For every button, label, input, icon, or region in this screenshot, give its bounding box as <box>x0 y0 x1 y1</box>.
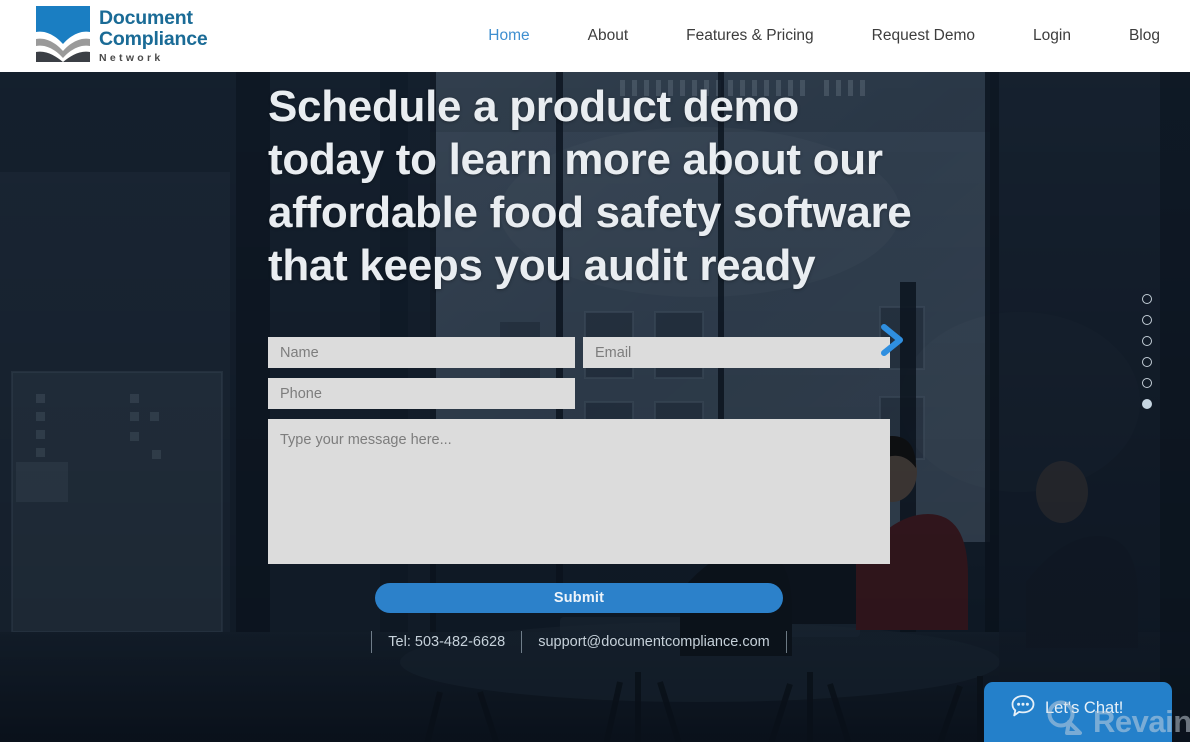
request-demo-form: Submit Tel: 503-482-6628 support@documen… <box>268 337 890 653</box>
brand-logo[interactable]: Document Compliance Network <box>36 6 208 66</box>
brand-wordmark: Document Compliance Network <box>99 6 208 66</box>
nav-item-features-pricing[interactable]: Features & Pricing <box>686 21 814 51</box>
slider-pagination-dots <box>1142 294 1152 409</box>
page-bottom-strip <box>0 742 1190 753</box>
message-textarea[interactable] <box>268 419 890 564</box>
brand-line-compliance: Compliance <box>99 28 208 50</box>
slider-dot-3[interactable] <box>1142 336 1152 346</box>
slider-dot-4[interactable] <box>1142 357 1152 367</box>
slider-dot-2[interactable] <box>1142 315 1152 325</box>
nav-item-about[interactable]: About <box>588 21 629 51</box>
layered-chevron-logo-icon <box>36 6 90 62</box>
brand-line-document: Document <box>99 7 193 29</box>
hero-content: Schedule a product demo today to learn m… <box>0 72 1190 742</box>
main-navigation: Home About Features & Pricing Request De… <box>430 0 1160 72</box>
lets-chat-widget[interactable]: Let's Chat! <box>984 682 1172 742</box>
phone-input[interactable] <box>268 378 575 409</box>
landing-page: Document Compliance Network Home About F… <box>0 0 1190 753</box>
nav-item-request-demo[interactable]: Request Demo <box>872 21 975 51</box>
nav-item-blog[interactable]: Blog <box>1129 21 1160 51</box>
email-input[interactable] <box>583 337 890 368</box>
form-row-name-email <box>268 337 890 368</box>
slider-dot-6-active[interactable] <box>1142 399 1152 409</box>
chat-bubble-icon <box>1010 693 1036 724</box>
brand-line-network: Network <box>99 52 164 64</box>
contact-divider-right <box>785 631 787 653</box>
hero-slider: Schedule a product demo today to learn m… <box>0 72 1190 742</box>
slider-dot-1[interactable] <box>1142 294 1152 304</box>
contact-info-bar: Tel: 503-482-6628 support@documentcompli… <box>268 631 890 653</box>
nav-item-login[interactable]: Login <box>1033 21 1071 51</box>
site-header: Document Compliance Network Home About F… <box>0 0 1190 72</box>
slider-next-chevron-right-icon[interactable] <box>876 322 910 358</box>
submit-button[interactable]: Submit <box>375 583 783 613</box>
form-row-phone <box>268 378 890 409</box>
chat-widget-label: Let's Chat! <box>1045 699 1124 717</box>
slider-dot-5[interactable] <box>1142 378 1152 388</box>
contact-phone[interactable]: Tel: 503-482-6628 <box>372 634 521 650</box>
nav-item-home[interactable]: Home <box>488 21 529 51</box>
hero-heading: Schedule a product demo today to learn m… <box>268 82 912 290</box>
name-input[interactable] <box>268 337 575 368</box>
contact-email[interactable]: support@documentcompliance.com <box>522 634 786 650</box>
